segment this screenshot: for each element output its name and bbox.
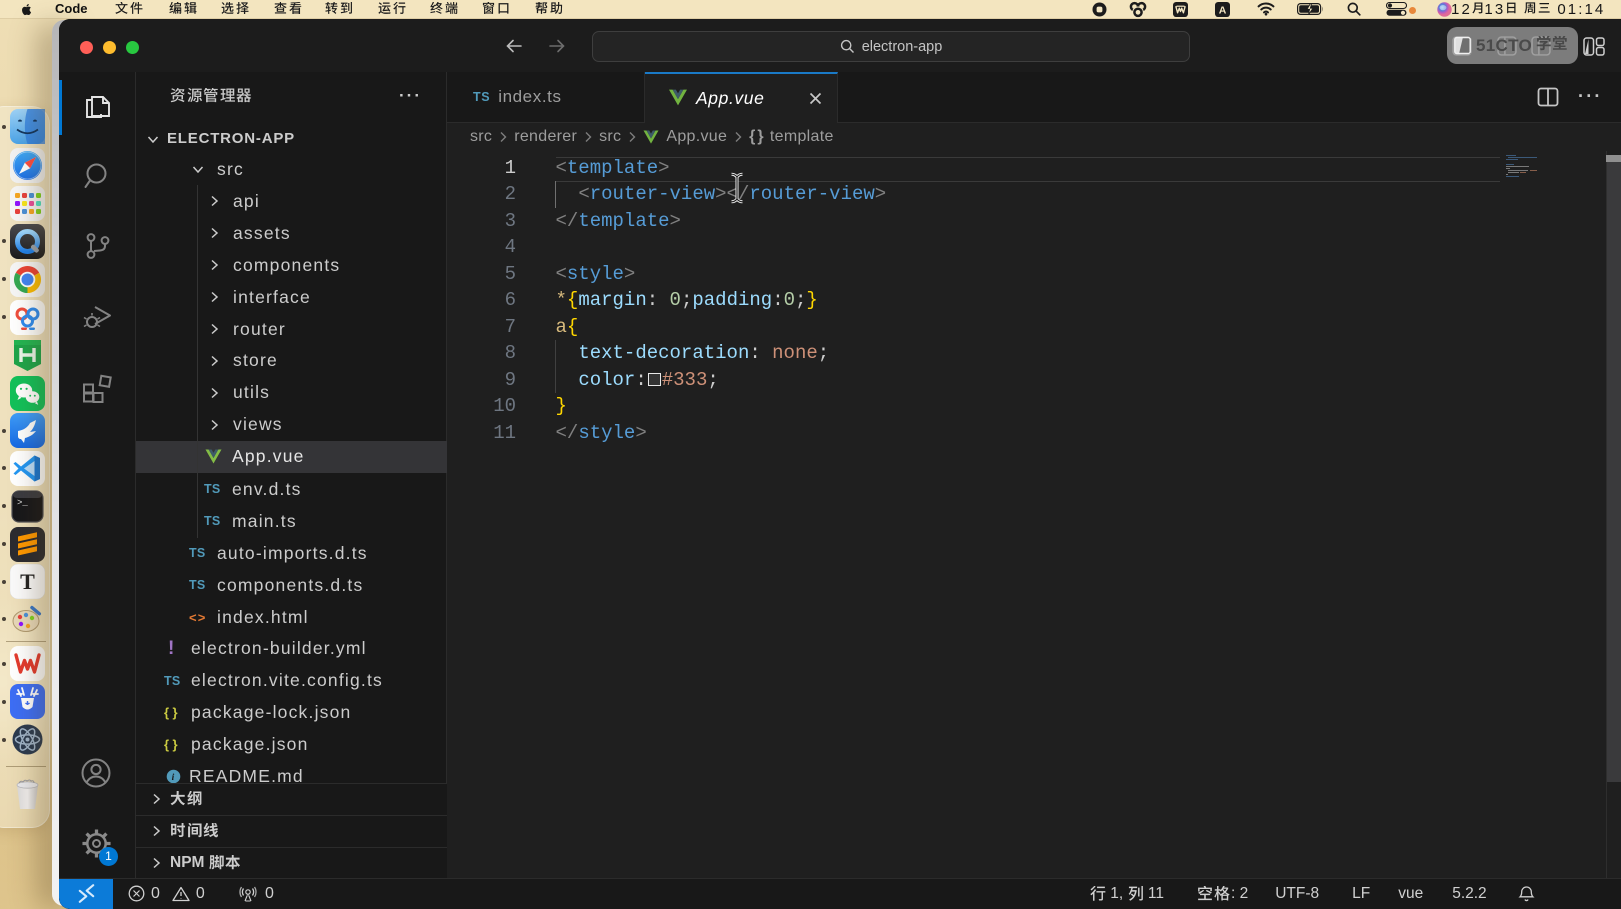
svg-text:>_: >_ bbox=[17, 498, 28, 508]
svg-text:T: T bbox=[20, 569, 35, 594]
svg-text:A: A bbox=[1219, 4, 1227, 16]
